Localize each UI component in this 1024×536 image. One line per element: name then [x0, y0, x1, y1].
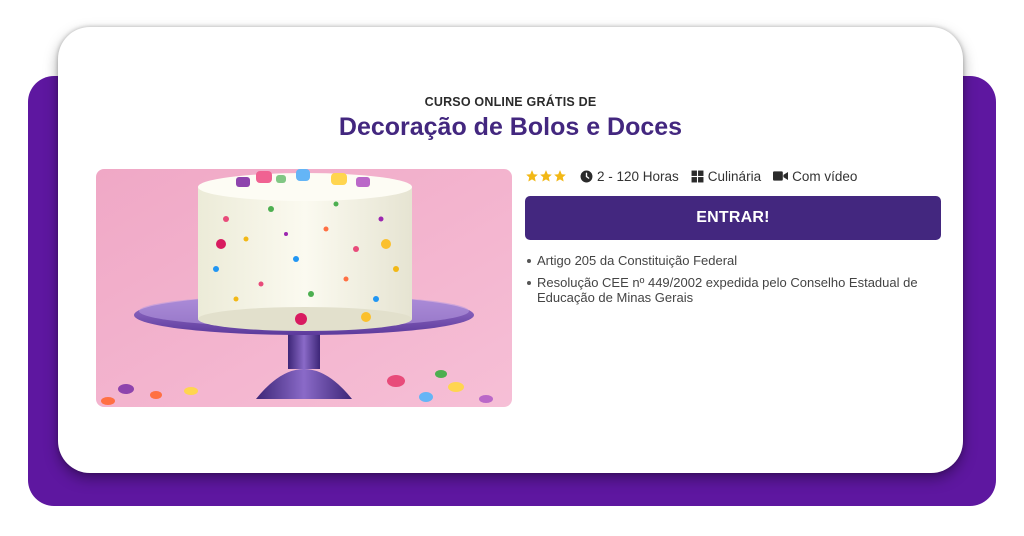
- course-meta: 2 - 120 Horas Culinária Com vídeo: [525, 167, 869, 185]
- category: Culinária: [691, 169, 761, 184]
- duration: 2 - 120 Horas: [580, 169, 679, 184]
- video-camera-icon: [773, 171, 789, 181]
- course-eyebrow: CURSO ONLINE GRÁTIS DE: [424, 95, 597, 109]
- clock-icon: [580, 170, 593, 182]
- legal-list: Artigo 205 da Constituição Federal Resol…: [525, 253, 957, 312]
- course-card: CURSO ONLINE GRÁTIS DE Decoração de Bolo…: [58, 27, 963, 473]
- star-icon: [554, 170, 566, 182]
- course-image: [96, 169, 512, 407]
- course-title: Decoração de Bolos e Doces: [338, 113, 683, 141]
- rating-stars: [525, 169, 567, 183]
- duration-label: 2 - 120 Horas: [597, 168, 679, 184]
- enter-button[interactable]: ENTRAR!: [525, 196, 941, 240]
- category-label: Culinária: [707, 168, 762, 184]
- grid-icon: [691, 170, 704, 182]
- list-item: Resolução CEE nº 449/2002 expedida pelo …: [527, 275, 957, 305]
- media-type-label: Com vídeo: [792, 168, 858, 184]
- list-item: Artigo 205 da Constituição Federal: [527, 253, 957, 268]
- star-icon: [540, 170, 552, 182]
- star-icon: [526, 170, 538, 182]
- media-type: Com vídeo: [773, 169, 857, 184]
